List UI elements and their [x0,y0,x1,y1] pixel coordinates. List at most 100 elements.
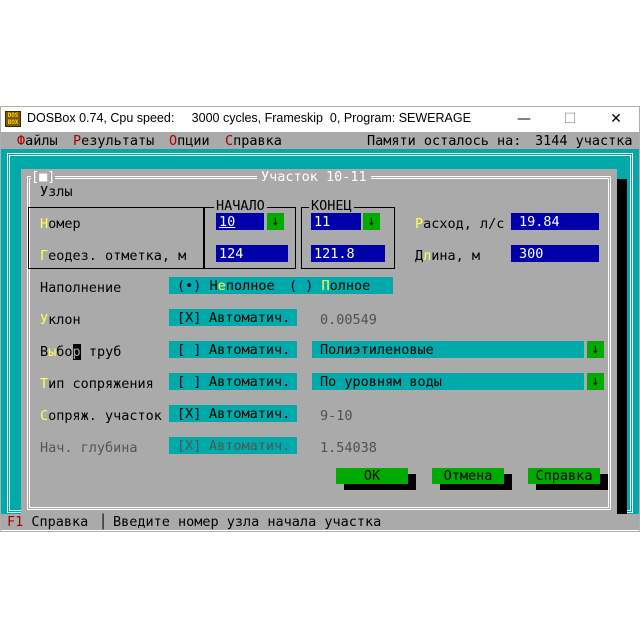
menu-item-help-label: правка [233,133,282,149]
menu-item-help-hot: С [225,133,234,149]
joint-type-label: Тип сопряжения [40,376,154,392]
joint-type-auto-checkbox[interactable]: [ ] Автоматич. [169,373,297,390]
checkbox-checked-icon: [X] [177,310,202,326]
start-number-field[interactable]: 10 [216,213,264,230]
radio-unselected-icon: ( ) [289,278,314,294]
close-button[interactable]: ✕ [593,107,639,132]
checkbox-unchecked-icon: [ ] [177,342,202,358]
end-elevation-value: 121.8 [314,246,355,262]
geodetic-label-hot: Г [40,248,49,264]
number-label: Номер [40,216,81,232]
chevron-down-icon: ↓ [271,213,280,229]
dialog-close-icon: [■] [31,169,56,185]
menu-item-options-label: пции [177,133,210,149]
start-depth-auto-label: Автоматич. [209,438,291,454]
geodetic-label: Геодез. отметка, м [40,248,186,264]
start-number-dropdown[interactable]: ↓ [267,213,284,230]
start-elevation-value: 124 [219,246,244,262]
length-label-text: ина, м [431,248,481,264]
title-bar[interactable]: DOS BOX DOSBox 0.74, Cpu speed: 3000 cyc… [1,107,639,132]
status-bar: F1 Справка │ Введите номер узла начала у… [1,514,639,530]
menu-bar: Файлы Результаты Опции Справка Памяти ос… [1,132,639,149]
menu-item-options-hot: О [169,133,178,149]
memory-value: 3144 участка [535,133,633,149]
length-label-pre: Д [415,248,424,264]
minimize-icon: — [517,111,531,127]
slope-label-hot: У [40,312,49,328]
fill-partial-radio[interactable]: (•) Неполное [177,278,275,294]
menu-item-results-hot: Р [73,133,82,149]
joined-section-auto-checkbox[interactable]: [X] Автоматич. [169,405,297,422]
fill-partial-text: полное [225,278,275,294]
help-button-label: Справка [535,468,593,484]
joint-type-select[interactable]: По уровням воды [312,373,584,390]
close-icon: ✕ [610,111,622,127]
minimize-button[interactable]: — [501,107,547,132]
start-depth-label: Нач. глубина [40,440,138,456]
joint-type-auto-label: Автоматич. [209,374,291,390]
fill-partial-hot2: е [217,278,226,294]
end-number-dropdown[interactable]: ↓ [363,213,380,230]
pipes-label-mid: бо [56,344,73,360]
menu-item-results[interactable]: Результаты [73,133,154,149]
menu-item-files[interactable]: Файлы [17,133,58,149]
cancel-button-label: Отмена [443,468,493,484]
flow-value: 19.84 [519,214,560,230]
number-label-text: омер [48,216,81,232]
joint-type-dropdown[interactable]: ↓ [587,373,604,390]
menu-item-options[interactable]: Опции [169,133,210,149]
slope-label-text: клон [48,312,81,328]
status-key: F1 [7,514,24,530]
pipes-select[interactable]: Полиэтиленовые [312,341,584,358]
joined-section-label-hot: С [40,408,49,424]
cancel-button[interactable]: Отмена [432,468,504,484]
pipes-dropdown[interactable]: ↓ [587,341,604,358]
window-title: DOSBox 0.74, Cpu speed: 3000 cycles, Fra… [27,111,471,125]
pipes-select-value: Полиэтиленовые [320,342,434,358]
maximize-button[interactable]: ☐ [547,107,593,132]
fill-full-hot: П [321,278,330,294]
flow-field[interactable]: 19.84 [511,213,599,230]
end-elevation-field[interactable]: 121.8 [311,245,385,262]
pipes-auto-checkbox[interactable]: [ ] Автоматич. [169,341,297,358]
joined-section-label: Сопряж. участок [40,408,162,424]
flow-label-text: асход, л/с [423,216,505,232]
ok-button[interactable]: OK [336,468,408,484]
flow-label: Расход, л/с [415,216,504,232]
start-number-value: 10 [219,214,236,230]
help-button[interactable]: Справка [528,468,600,484]
status-hint: Введите номер узла начала участка [113,514,382,530]
start-header: НАЧАЛО [214,198,267,214]
geodetic-label-text: еодез. отметка, м [48,248,187,264]
length-field[interactable]: 300 [511,245,599,262]
start-elevation-field[interactable]: 124 [216,245,288,262]
dialog-close-box[interactable]: [■] [31,169,56,185]
pipes-auto-label: Автоматич. [209,342,291,358]
text-cursor: р [72,344,81,360]
section-dialog: [■] Участок 10-11 Узлы НАЧАЛО КОНЕЦ Номе… [21,169,617,516]
menu-item-help[interactable]: Справка [225,133,282,149]
length-value: 300 [519,246,544,262]
desktop-background: [■] Участок 10-11 Узлы НАЧАЛО КОНЕЦ Номе… [1,149,639,526]
end-number-field[interactable]: 11 [311,213,361,230]
end-header: КОНЕЦ [309,198,354,214]
fill-full-radio[interactable]: ( ) Полное [289,278,370,294]
checkbox-checked-icon: [X] [177,438,202,454]
slope-label: Уклон [40,312,81,328]
start-depth-value: 1.54038 [320,440,377,456]
pipes-label-pre: В [40,344,49,360]
slope-auto-checkbox[interactable]: [X] Автоматич. [169,309,297,326]
memory-label: Памяти осталось на: [367,133,522,149]
fill-partial-hot: Н [209,278,218,294]
checkbox-checked-icon: [X] [177,406,202,422]
status-key-label: Справка [31,514,89,530]
joined-section-label-text: опряж. участок [48,408,162,424]
dos-screen: Файлы Результаты Опции Справка Памяти ос… [1,132,639,530]
joint-type-select-value: По уровням воды [320,374,442,390]
fill-label: Наполнение [40,280,122,296]
chevron-down-icon: ↓ [591,373,600,389]
pipes-label-text: труб [80,344,122,360]
dosbox-icon: DOS BOX [5,111,21,127]
status-help-key[interactable]: F1 Справка [7,514,88,530]
menu-item-results-label: езультаты [81,133,155,149]
